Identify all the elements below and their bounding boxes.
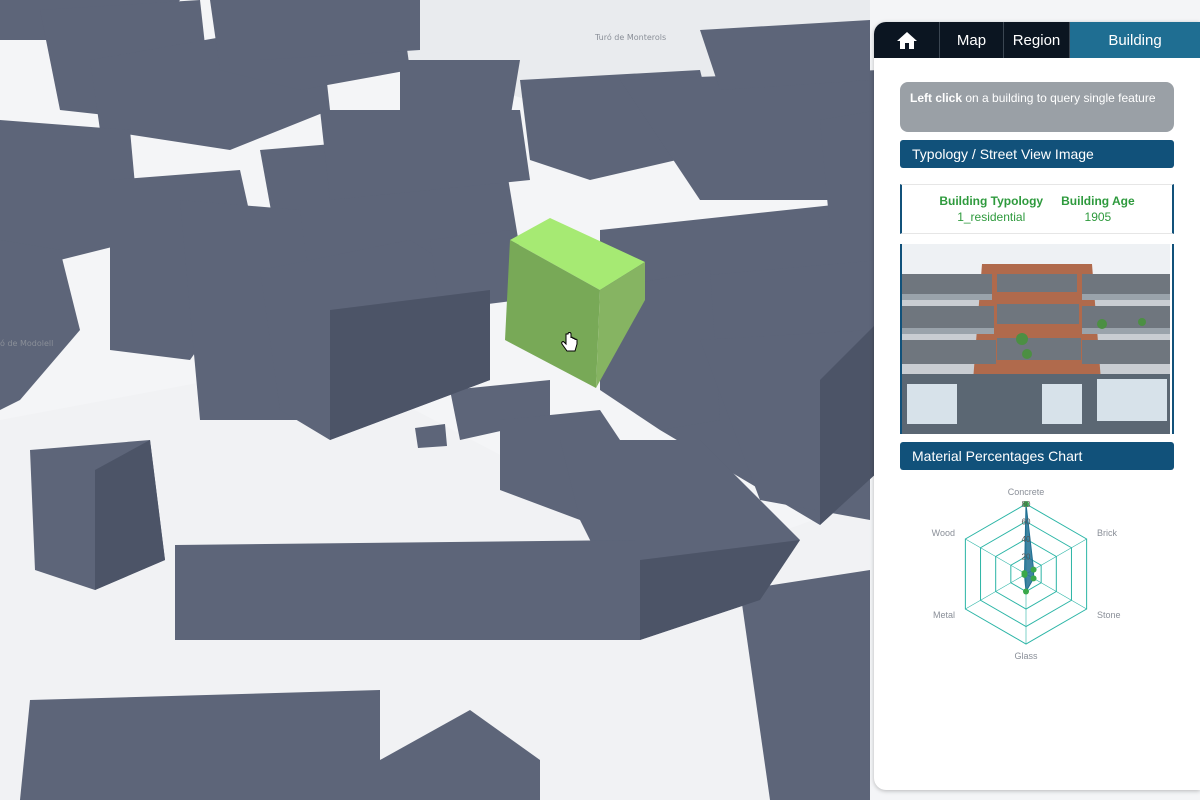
radar-axis-label: Metal (933, 610, 955, 620)
age-field: Building Age 1905 (1061, 193, 1135, 225)
map-label-turo: Turó de Monterols (595, 33, 667, 42)
radar-axis-label: Concrete (1008, 487, 1045, 497)
age-value: 1905 (1084, 210, 1112, 224)
radar-tick-label: 40 (1022, 535, 1031, 544)
building (260, 0, 420, 60)
radar-point (1030, 566, 1037, 573)
typology-field: Building Typology 1_residential (939, 193, 1043, 225)
building (415, 424, 447, 448)
radar-axis-label: Glass (1014, 651, 1038, 661)
typology-label: Building Typology (939, 194, 1044, 208)
radar-tick-label: 20 (1022, 553, 1031, 562)
building-info: Building Typology 1_residential Building… (900, 184, 1174, 234)
hint-bold: Left click (910, 91, 963, 105)
radar-point (1023, 588, 1029, 595)
street-view-image (900, 244, 1174, 434)
building (700, 20, 870, 90)
radar-point (1030, 575, 1037, 582)
building (20, 690, 380, 800)
building-panel: Map Region Building Left click on a buil… (874, 22, 1200, 790)
tab-home[interactable] (874, 22, 940, 58)
radar-tick-label: 60 (1022, 518, 1031, 527)
tab-region[interactable]: Region (1004, 22, 1070, 58)
building (175, 540, 640, 640)
radar-axis-label: Wood (932, 528, 955, 538)
building (820, 110, 880, 230)
radar-axis-label: Stone (1097, 610, 1121, 620)
section-typology-header[interactable]: Typology / Street View Image (900, 140, 1174, 168)
tab-bar: Map Region Building (874, 22, 1200, 58)
query-hint: Left click on a building to query single… (900, 82, 1174, 132)
home-icon (896, 32, 917, 49)
radar-point (1021, 570, 1028, 577)
tab-map[interactable]: Map (940, 22, 1004, 58)
typology-value: 1_residential (957, 210, 1026, 224)
tab-building[interactable]: Building (1070, 22, 1200, 58)
radar-axis-label: Brick (1097, 528, 1117, 538)
section-materials-header[interactable]: Material Percentages Chart (900, 442, 1174, 470)
map-label-modolell: ó de Modolell (0, 339, 54, 348)
hint-text: on a building to query single feature (962, 91, 1156, 105)
age-label: Building Age (1061, 194, 1135, 208)
hand-cursor-icon (561, 332, 578, 352)
material-radar-chart: 80 60 40 20 Concrete Brick Stone Glass Metal Wood (932, 487, 1121, 661)
radar-tick-label: 80 (1022, 500, 1031, 509)
